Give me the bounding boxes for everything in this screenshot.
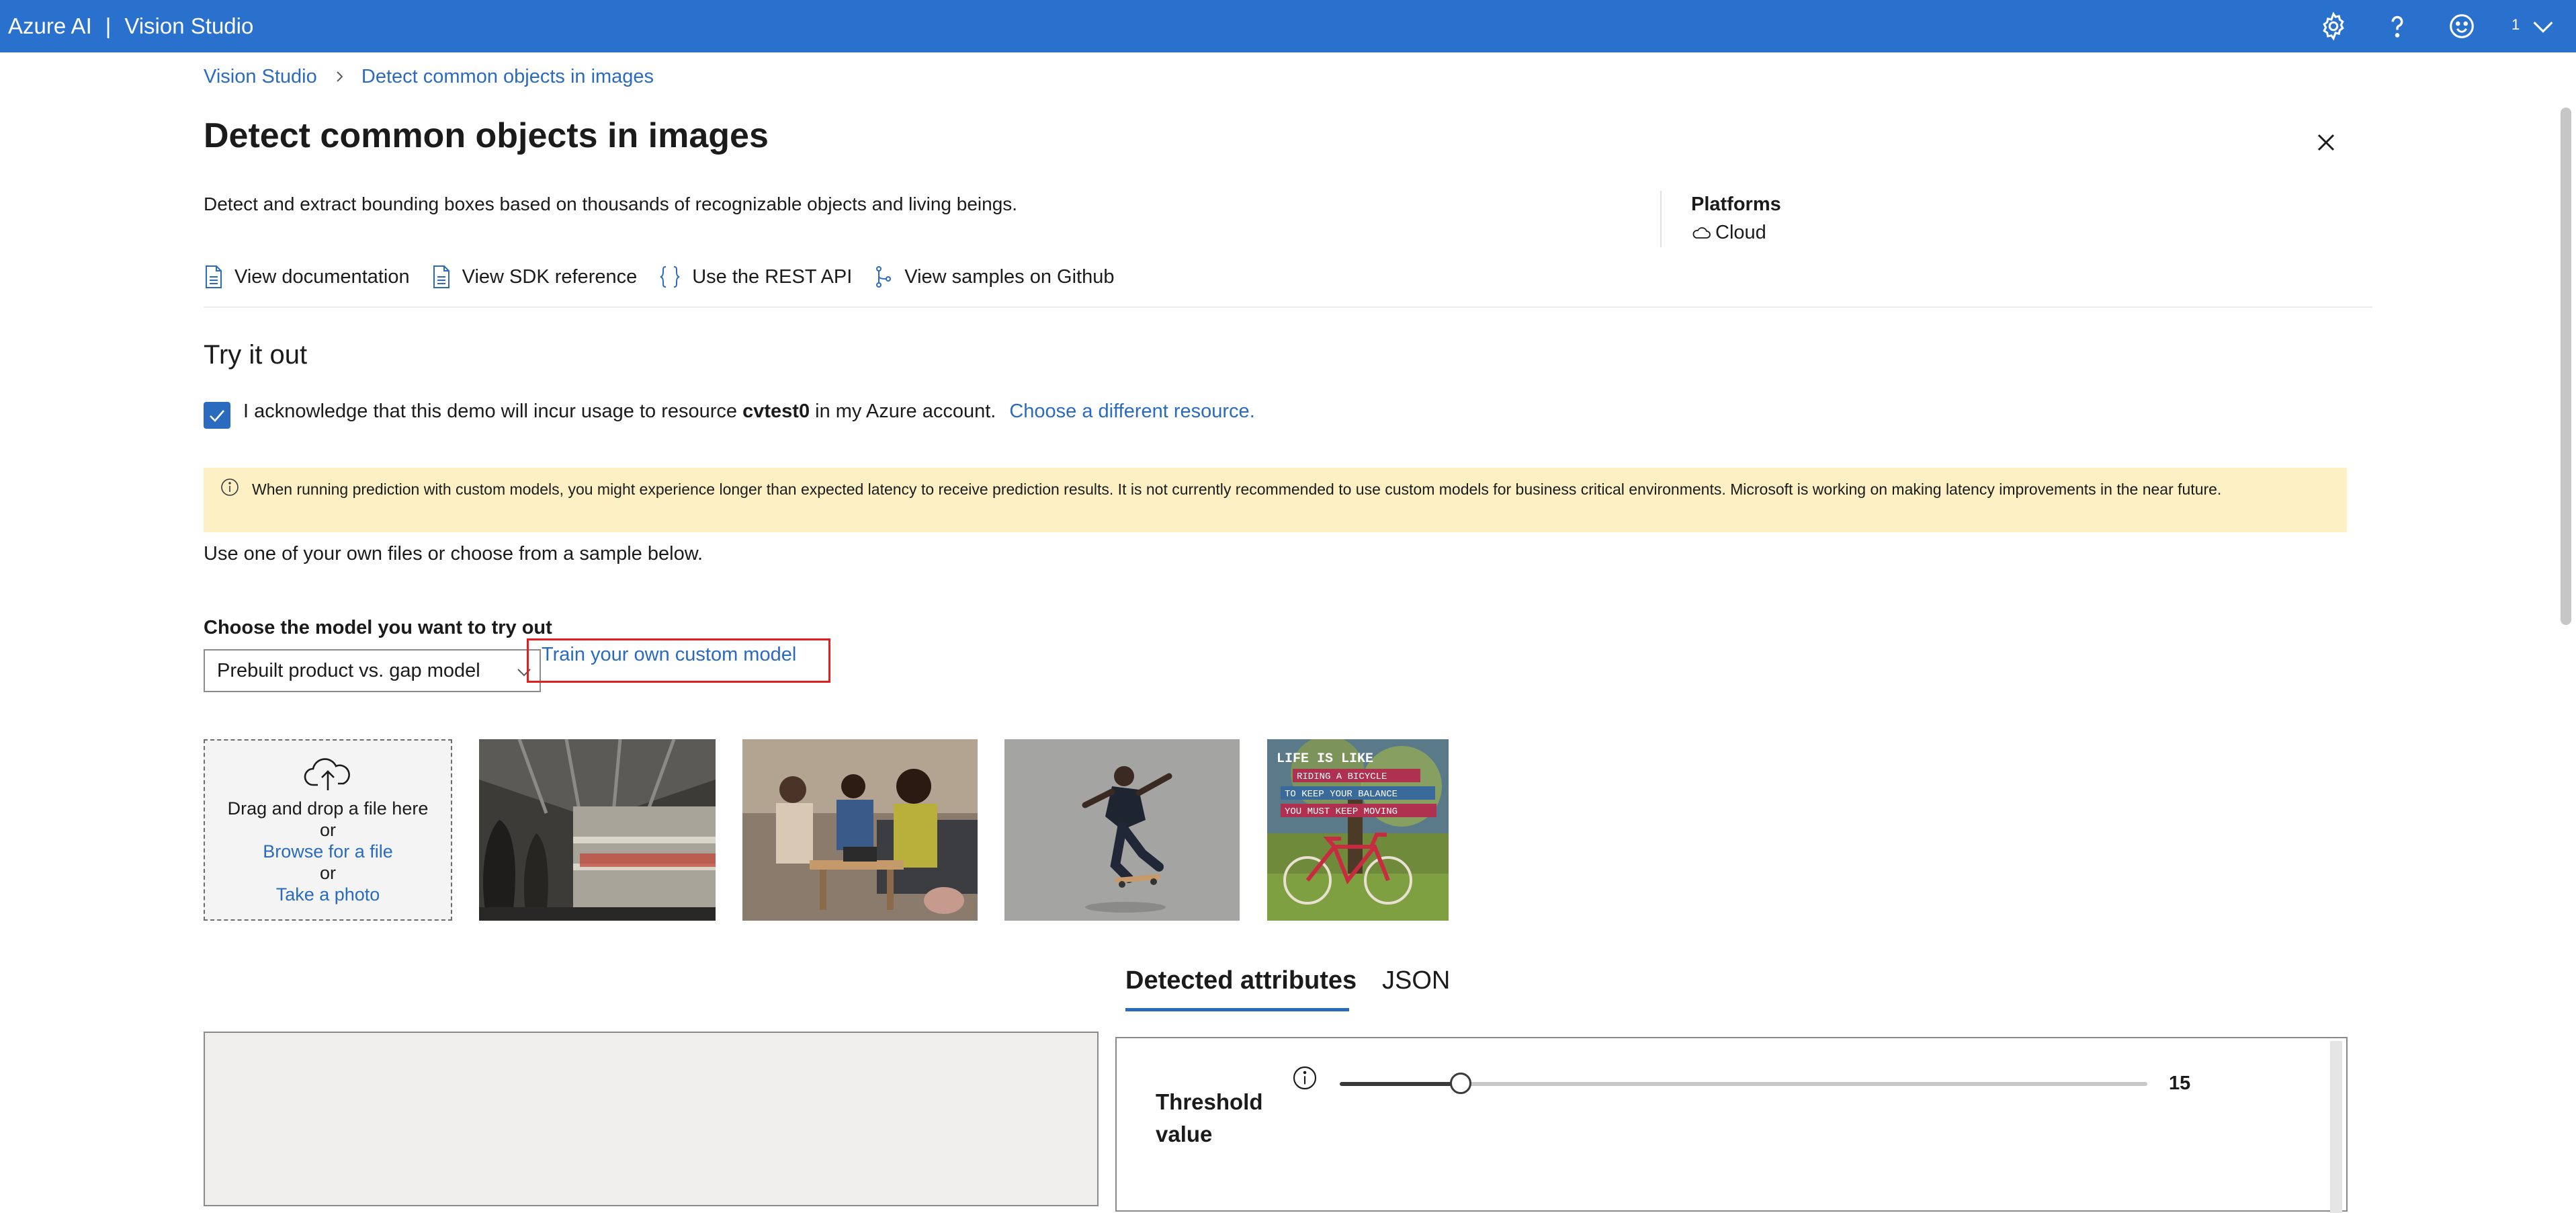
view-sdk-link[interactable]: View SDK reference: [431, 264, 638, 290]
smiley-icon[interactable]: [2446, 11, 2477, 42]
info-icon: [221, 478, 239, 496]
threshold-slider-fill: [1340, 1082, 1461, 1086]
github-samples-link[interactable]: View samples on Github: [873, 264, 1114, 290]
account-badge[interactable]: 1: [2511, 16, 2520, 34]
file-dropzone[interactable]: Drag and drop a file here or Browse for …: [204, 739, 452, 921]
platforms-cloud: Cloud: [1691, 222, 1766, 244]
model-select[interactable]: Prebuilt product vs. gap model: [204, 649, 541, 692]
product-name: Vision Studio: [124, 13, 254, 38]
resource-links: View documentation View SDK reference Us…: [204, 263, 1135, 290]
sample-image-skateboarder[interactable]: [1004, 739, 1240, 921]
help-icon[interactable]: [2382, 11, 2413, 42]
model-selected-value: Prebuilt product vs. gap model: [217, 660, 480, 681]
try-it-out-title: Try it out: [204, 340, 308, 370]
view-sdk-label: View SDK reference: [462, 265, 638, 288]
brand-name: Azure AI: [8, 13, 92, 38]
model-label: Choose the model you want to try out: [204, 617, 552, 638]
document-icon: [206, 265, 222, 288]
take-photo-link[interactable]: Take a photo: [205, 884, 451, 905]
poster-line-4: YOU MUST KEEP MOVING: [1285, 806, 1398, 817]
close-icon[interactable]: [2311, 128, 2341, 157]
acknowledge-checkbox[interactable]: [204, 402, 230, 429]
rest-api-link[interactable]: Use the REST API: [658, 264, 852, 290]
braces-icon: [660, 266, 680, 288]
divider: [204, 306, 2372, 308]
view-documentation-label: View documentation: [234, 265, 410, 288]
choose-resource-link[interactable]: Choose a different resource.: [1009, 401, 1254, 422]
poster-line-3: TO KEEP YOUR BALANCE: [1285, 789, 1398, 800]
rest-api-label: Use the REST API: [692, 265, 853, 288]
ack-suffix: in my Azure account.: [810, 401, 996, 422]
page-description: Detect and extract bounding boxes based …: [204, 194, 1018, 214]
result-image-canvas: [204, 1032, 1099, 1206]
platform-value: Cloud: [1715, 222, 1766, 243]
chevron-right-icon: [335, 67, 344, 89]
view-documentation-link[interactable]: View documentation: [204, 264, 410, 290]
attributes-panel: [1115, 1037, 2348, 1213]
threshold-label: Threshold value: [1156, 1089, 1263, 1146]
branch-icon: [876, 266, 892, 288]
ack-prefix: I acknowledge that this demo will incur …: [243, 401, 743, 422]
dropzone-or: or: [319, 820, 336, 840]
latency-warning: When running prediction with custom mode…: [204, 468, 2347, 532]
github-samples-label: View samples on Github: [904, 265, 1115, 288]
highlight-box: [527, 638, 830, 683]
breadcrumb-root[interactable]: Vision Studio: [204, 66, 317, 87]
top-bar: Azure AI | Vision Studio 1: [0, 0, 2576, 52]
active-tab-indicator: [1125, 1008, 1349, 1011]
dropzone-text: Drag and drop a file here: [227, 798, 429, 819]
browse-file-link[interactable]: Browse for a file: [205, 841, 451, 862]
tab-detected-attributes[interactable]: Detected attributes: [1125, 966, 1357, 995]
gear-icon[interactable]: [2318, 11, 2349, 42]
ack-resource: cvtest0: [742, 401, 810, 422]
page-scrollbar[interactable]: [2561, 108, 2571, 625]
sample-image-subway[interactable]: [479, 739, 716, 921]
cloud-icon: [1692, 227, 1711, 239]
brand[interactable]: Azure AI | Vision Studio: [8, 0, 253, 52]
acknowledge-text: I acknowledge that this demo will incur …: [243, 401, 1255, 423]
poster-line-1: LIFE IS LIKE: [1277, 751, 1373, 767]
info-icon[interactable]: [1291, 1064, 1318, 1091]
breadcrumb-current[interactable]: Detect common objects in images: [361, 66, 654, 87]
brand-separator: |: [105, 13, 112, 38]
instructions-text: Use one of your own files or choose from…: [204, 543, 703, 564]
page-title: Detect common objects in images: [204, 116, 769, 155]
tab-json[interactable]: JSON: [1382, 966, 1450, 995]
document-icon: [433, 265, 449, 288]
warning-text: When running prediction with custom mode…: [252, 480, 2222, 498]
poster-line-2: RIDING A BICYCLE: [1297, 771, 1387, 782]
sample-image-meeting[interactable]: [742, 739, 978, 921]
panel-scrollbar[interactable]: [2330, 1041, 2342, 1213]
threshold-value: 15: [2169, 1073, 2191, 1094]
breadcrumb: Vision Studio Detect common objects in i…: [204, 66, 654, 89]
cloud-upload-icon: [304, 758, 350, 790]
dropzone-or: or: [319, 863, 336, 883]
checkmark-icon: [210, 410, 224, 422]
platforms-divider: [1660, 191, 1662, 247]
platforms-title: Platforms: [1691, 194, 1781, 215]
sample-image-bicycle-poster[interactable]: LIFE IS LIKE RIDING A BICYCLE TO KEEP YO…: [1267, 739, 1449, 921]
chevron-down-icon[interactable]: [2528, 11, 2559, 42]
